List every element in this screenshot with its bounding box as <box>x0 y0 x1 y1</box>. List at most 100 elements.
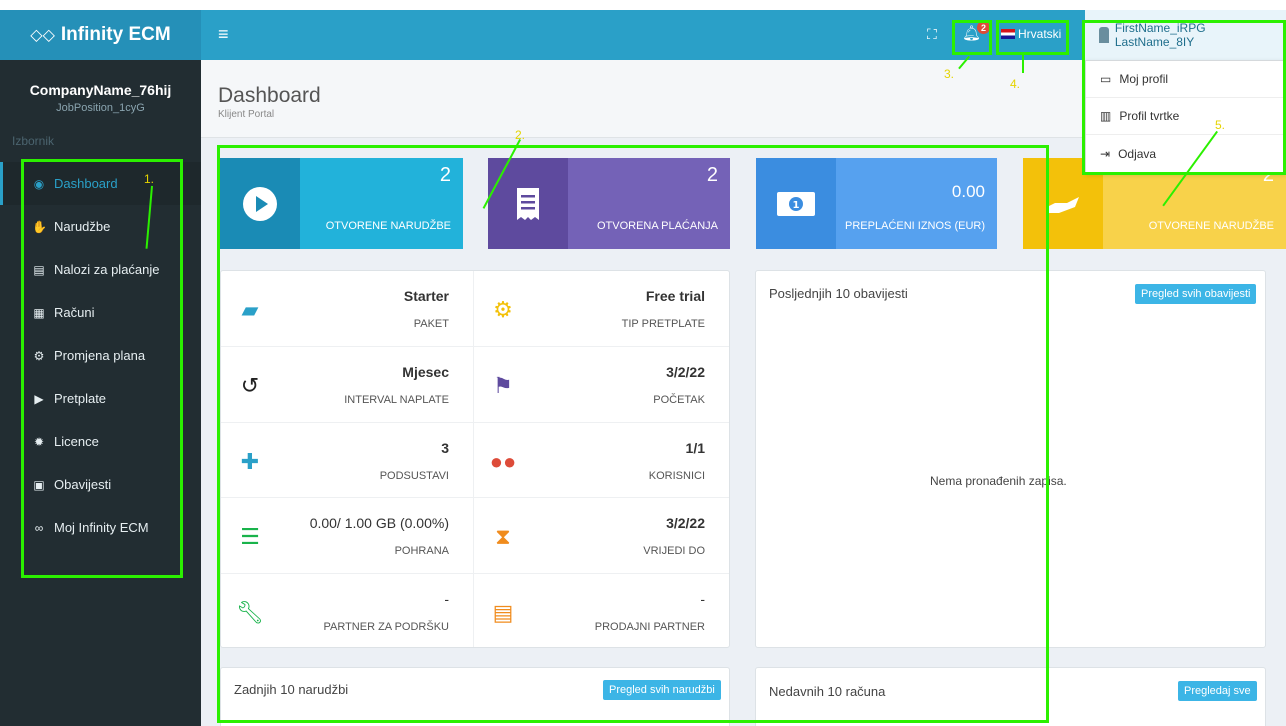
sidebar-item-moj-infinity[interactable]: ∞ Moj Infinity ECM <box>0 506 201 549</box>
sidebar-menu: ◉ Dashboard ✋ Narudžbe ▤ Nalozi za plaća… <box>0 162 201 549</box>
sidebar-item-label: Moj Infinity ECM <box>54 520 149 535</box>
stat-label: POHRANA <box>394 545 449 557</box>
fullscreen-icon[interactable]: ⛶ <box>927 26 937 43</box>
user-menu[interactable]: FirstName_iRPG LastName_8IY <box>1085 10 1286 60</box>
annotation-label-4: 4. <box>1010 77 1021 91</box>
company-profile-item[interactable]: ▥ Profil tvrtke <box>1086 98 1285 135</box>
logout-item[interactable]: ⇥ Odjava <box>1086 135 1285 172</box>
menu-toggle-icon[interactable]: ≡ <box>218 24 229 45</box>
sidebar-item-pretplate[interactable]: ▶ Pretplate <box>0 377 201 420</box>
company-name: CompanyName_76hij <box>29 82 172 98</box>
job-position: JobPosition_1cyG <box>56 102 145 114</box>
stat-value: 3/2/22 <box>666 515 705 531</box>
sidebar-item-nalozi[interactable]: ▤ Nalozi za plaćanje <box>0 248 201 291</box>
sidebar-item-label: Obavijesti <box>54 477 112 492</box>
play-circle-icon <box>220 158 300 249</box>
stat-valid-until: ⧗ 3/2/22 VRIJEDI DO <box>474 498 729 574</box>
stat-label: INTERVAL NAPLATE <box>344 394 449 406</box>
history-icon: ↺ <box>240 373 260 398</box>
notifications-title: Posljednjih 10 obavijesti <box>769 286 908 301</box>
stat-start: ⚑ 3/2/22 POČETAK <box>474 347 729 423</box>
annotation-label-5: 5. <box>1215 118 1226 132</box>
page-title: Dashboard <box>218 84 321 107</box>
info-box-open-orders[interactable]: 2 OTVORENE NARUDŽBE <box>220 158 463 249</box>
id-card-icon: ▭ <box>1100 72 1112 86</box>
user-avatar-icon <box>1099 27 1109 43</box>
sidebar-item-label: Dashboard <box>54 176 118 191</box>
wrench-icon: 🔧︎ <box>236 600 264 625</box>
sidebar-item-racuni[interactable]: ▦ Računi <box>0 291 201 334</box>
sidebar-item-label: Pretplate <box>54 391 107 406</box>
annotation-label-1: 1. <box>144 172 155 186</box>
puzzle-icon: ✚ <box>240 449 260 474</box>
dropdown-item-label: Profil tvrtke <box>1119 109 1180 123</box>
dashboard-icon: ◉ <box>33 176 45 191</box>
logo-text: Infinity ECM <box>60 24 171 45</box>
info-box-label: OTVORENE NARUDŽBE <box>1148 220 1274 232</box>
stat-value: 0.00/ 1.00 GB (0.00%) <box>309 515 449 531</box>
stat-users: ●● 1/1 KORISNICI <box>474 423 729 498</box>
stat-label: VRIJEDI DO <box>643 545 705 557</box>
stat-subscription-type: ⚙ Free trial TIP PRETPLATE <box>474 271 729 347</box>
info-box-open-payments[interactable]: 2 OTVORENA PLAĆANJA <box>488 158 730 249</box>
language-selector[interactable]: Hrvatski <box>1001 27 1061 41</box>
annotation-label-2: 2. <box>515 128 526 142</box>
box-open-icon: ▰ <box>241 297 259 322</box>
database-icon: ☰ <box>240 524 260 549</box>
stat-value: Mjesec <box>402 364 449 380</box>
newspaper-icon: ▣ <box>33 477 45 492</box>
sign-out-icon: ⇥ <box>1100 146 1111 161</box>
sidebar-item-label: Računi <box>54 305 95 320</box>
sidebar-item-promjena-plana[interactable]: ⚙ Promjena plana <box>0 334 201 377</box>
stat-label: KORISNICI <box>648 470 705 482</box>
building-icon: ▥ <box>1100 109 1112 123</box>
info-box-value: 2 <box>439 164 451 186</box>
info-box-overpaid[interactable]: 1 0.00 PREPLAĆENI IZNOS (EUR) <box>756 158 997 249</box>
top-navbar: ◇◇ Infinity ECM ≡ ⛶ 🔔︎ 2 Hrvatski FirstN… <box>0 10 1286 60</box>
stat-value: 1/1 <box>685 440 705 456</box>
info-box-label: PREPLAĆENI IZNOS (EUR) <box>845 220 985 232</box>
stat-billing-interval: ↺ Mjesec INTERVAL NAPLATE <box>221 347 473 423</box>
info-box-label: OTVORENA PLAĆANJA <box>596 220 718 232</box>
stat-label: POČETAK <box>653 394 705 406</box>
language-label: Hrvatski <box>1018 27 1062 41</box>
user-dropdown-menu: ▭ Moj profil ▥ Profil tvrtke ⇥ Odjava <box>1085 60 1286 173</box>
stat-package: ▰ Starter PAKET <box>221 271 473 347</box>
info-box-body: 2 OTVORENE NARUDŽBE <box>300 158 463 249</box>
dropdown-item-label: Odjava <box>1118 146 1157 161</box>
flag-icon: ⚑ <box>493 373 513 398</box>
infinity-icon: ◇◇ <box>30 27 55 44</box>
certificate-icon: ✹ <box>33 434 45 449</box>
stat-value: - <box>700 591 705 607</box>
sidebar-item-label: Nalozi za plaćanje <box>54 262 160 277</box>
sidebar-item-dashboard[interactable]: ◉ Dashboard <box>0 162 201 205</box>
app-logo[interactable]: ◇◇ Infinity ECM <box>0 10 201 60</box>
top-strip <box>0 0 1286 10</box>
sidebar-item-obavijesti[interactable]: ▣ Obavijesti <box>0 463 201 506</box>
view-all-invoices-button[interactable]: Pregledaj sve <box>1178 681 1257 701</box>
gears-icon: ⚙ <box>33 348 45 363</box>
sidebar-item-licence[interactable]: ✹ Licence <box>0 420 201 463</box>
list-icon: ▦ <box>33 305 45 320</box>
view-all-orders-button[interactable]: Pregled svih narudžbi <box>603 680 721 700</box>
stat-label: TIP PRETPLATE <box>621 318 705 330</box>
notification-badge: 2 <box>977 21 990 34</box>
stat-storage: ☰ 0.00/ 1.00 GB (0.00%) POHRANA <box>221 498 473 574</box>
my-profile-item[interactable]: ▭ Moj profil <box>1086 61 1285 98</box>
play-icon: ▶ <box>34 391 44 406</box>
view-all-notifications-button[interactable]: Pregled svih obavijesti <box>1135 284 1257 304</box>
info-box-value: 0.00 <box>951 182 985 201</box>
info-box-body: 2 OTVORENA PLAĆANJA <box>568 158 730 249</box>
recent-invoices-title: Nedavnih 10 računa <box>769 684 886 699</box>
info-box-label: OTVORENE NARUDŽBE <box>325 220 451 232</box>
sidebar-item-label: Licence <box>54 434 99 449</box>
annotation-label-3: 3. <box>944 67 955 81</box>
svg-text:1: 1 <box>793 200 800 211</box>
handshake-icon: ✋ <box>32 219 47 234</box>
stat-value: 3 <box>441 440 449 456</box>
notifications-panel <box>755 270 1266 648</box>
empty-notifications-message: Nema pronađenih zapisa. <box>930 474 1067 488</box>
infinity-icon: ∞ <box>34 520 44 535</box>
sidebar-item-narudzbe[interactable]: ✋ Narudžbe <box>0 205 201 248</box>
stat-value: Starter <box>403 288 449 304</box>
